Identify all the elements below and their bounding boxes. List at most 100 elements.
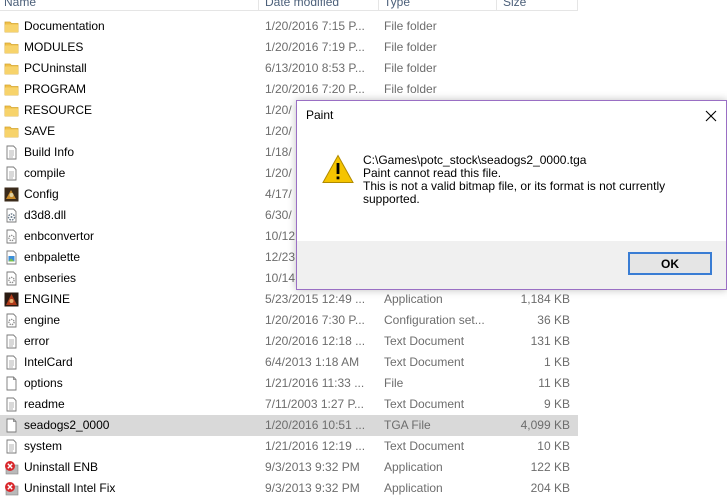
document-icon xyxy=(4,334,19,349)
tga-file-icon xyxy=(4,418,19,433)
file-type: File folder xyxy=(384,61,437,75)
file-name: enbconvertor xyxy=(24,229,95,243)
column-size-header[interactable]: Size xyxy=(503,0,526,10)
file-date: 1/21/2016 11:33 ... xyxy=(265,376,365,390)
file-row[interactable]: error 1/20/2016 12:18 ... Text Document 131… xyxy=(0,331,578,352)
file-row[interactable]: MODULES 1/20/2016 7:19 P... File folder xyxy=(0,37,578,58)
image-file-icon xyxy=(4,250,19,265)
file-name: Uninstall ENB xyxy=(24,460,99,474)
file-name: error xyxy=(24,334,50,348)
file-size: 204 KB xyxy=(530,481,570,495)
document-icon xyxy=(4,166,19,181)
file-date: 6/4/2013 1:18 AM xyxy=(265,355,360,369)
file-type: Configuration set... xyxy=(384,313,485,327)
file-size xyxy=(500,37,570,58)
column-divider[interactable] xyxy=(577,0,578,10)
file-size: 131 KB xyxy=(530,334,570,348)
file-type: File xyxy=(384,376,404,390)
file-size: 9 KB xyxy=(543,397,570,411)
uninstall-icon xyxy=(4,481,19,496)
file-type: TGA File xyxy=(384,418,431,432)
document-icon xyxy=(4,397,19,412)
file-row[interactable]: options 1/21/2016 11:33 ... File 11 KB xyxy=(0,373,578,394)
dialog-message: C:\Games\potc_stock\seadogs2_0000.tga Pa… xyxy=(363,154,713,206)
dialog-footer: OK xyxy=(297,241,726,289)
column-divider[interactable] xyxy=(378,0,379,10)
file-date: 1/20/2016 7:20 P... xyxy=(265,82,365,96)
file-date: 1/20/2016 7:15 P... xyxy=(265,19,365,33)
file-row[interactable]: engine 1/20/2016 7:30 P... Configuration s… xyxy=(0,310,578,331)
file-name: Build Info xyxy=(24,145,75,159)
file-row[interactable]: readme 7/11/2003 1:27 P... Text Document 9 … xyxy=(0,394,578,415)
file-row[interactable]: Uninstall ENB 9/3/2013 9:32 PM Application… xyxy=(0,457,578,478)
file-name: PROGRAM xyxy=(24,82,87,96)
uninstall-icon xyxy=(4,460,19,475)
file-name: seadogs2_0000 xyxy=(24,418,110,432)
file-date: 7/11/2003 1:27 P... xyxy=(265,397,364,411)
column-divider[interactable] xyxy=(258,0,259,10)
file-size: 1,184 KB xyxy=(520,292,570,306)
file-date: 9/3/2013 9:32 PM xyxy=(265,481,360,495)
dialog-title: Paint xyxy=(306,108,334,122)
column-divider[interactable] xyxy=(496,0,497,10)
file-row[interactable]: Documentation 1/20/2016 7:15 P... File fol… xyxy=(0,16,578,37)
file-date: 1/20/2016 7:19 P... xyxy=(265,40,365,54)
error-line-2: This is not a valid bitmap file, or its … xyxy=(363,179,666,206)
file-type: Text Document xyxy=(384,439,465,453)
file-row[interactable]: seadogs2_0000 1/20/2016 10:51 ... TGA File… xyxy=(0,415,578,436)
file-size: 11 KB xyxy=(538,376,570,390)
file-row[interactable]: ENGINE 5/23/2015 12:49 ... Application 1,18… xyxy=(0,289,578,310)
file-name: Config xyxy=(24,187,59,201)
app-engine-icon xyxy=(4,292,19,307)
file-size: 122 KB xyxy=(530,460,570,474)
blank-file-icon xyxy=(4,376,19,391)
file-name: d3d8.dll xyxy=(24,208,67,222)
file-size: 36 KB xyxy=(537,313,570,327)
dialog-titlebar[interactable]: Paint xyxy=(297,101,726,131)
folder-icon xyxy=(4,103,19,118)
file-type: Application xyxy=(384,460,443,474)
file-date: 1/20/2016 10:51 ... xyxy=(265,418,366,432)
file-name: IntelCard xyxy=(24,355,73,369)
file-type: File folder xyxy=(384,19,437,33)
column-header: Name Date modified Type Size xyxy=(0,0,578,11)
document-icon xyxy=(4,439,19,454)
file-row[interactable]: PROGRAM 1/20/2016 7:20 P... File folder xyxy=(0,79,578,100)
settings-file-icon xyxy=(4,313,19,328)
file-name: compile xyxy=(24,166,66,180)
file-size: 4,099 KB xyxy=(520,418,570,432)
settings-file-icon xyxy=(4,229,19,244)
folder-icon xyxy=(4,19,19,34)
close-icon xyxy=(705,110,717,122)
file-type: Text Document xyxy=(384,355,465,369)
file-row[interactable]: IntelCard 6/4/2013 1:18 AM Text Document 1 … xyxy=(0,352,578,373)
file-name: MODULES xyxy=(24,40,84,54)
file-date: 9/3/2013 9:32 PM xyxy=(265,460,360,474)
document-icon xyxy=(4,145,19,160)
column-type-header[interactable]: Type xyxy=(384,0,410,10)
column-date-header[interactable]: Date modified xyxy=(265,0,339,10)
file-date: 1/20/2016 7:30 P... xyxy=(265,313,365,327)
column-name-header[interactable]: Name xyxy=(4,0,36,10)
file-type: File folder xyxy=(384,82,437,96)
file-date: 6/13/2010 8:53 P... xyxy=(265,61,365,75)
file-name: SAVE xyxy=(24,124,56,138)
file-size xyxy=(500,16,570,37)
file-size: 1 KB xyxy=(543,355,570,369)
file-name: readme xyxy=(24,397,65,411)
app-config-icon xyxy=(4,187,19,202)
folder-icon xyxy=(4,124,19,139)
folder-icon xyxy=(4,40,19,55)
file-name: Uninstall Intel Fix xyxy=(24,481,116,495)
ok-button[interactable]: OK xyxy=(628,252,712,275)
file-name: enbpalette xyxy=(24,250,81,264)
file-row[interactable]: Uninstall Intel Fix 9/3/2013 9:32 PM Appli… xyxy=(0,478,578,499)
file-type: Text Document xyxy=(384,397,465,411)
file-row[interactable]: system 1/21/2016 12:19 ... Text Document 10… xyxy=(0,436,578,457)
file-name: Documentation xyxy=(24,19,105,33)
paint-error-dialog: Paint C:\Games\potc_stock\seadogs2_0000.… xyxy=(296,100,727,290)
file-size xyxy=(500,58,570,79)
file-row[interactable]: PCUninstall 6/13/2010 8:53 P... File folde… xyxy=(0,58,578,79)
file-type: Application xyxy=(384,292,443,306)
close-button[interactable] xyxy=(696,101,726,131)
